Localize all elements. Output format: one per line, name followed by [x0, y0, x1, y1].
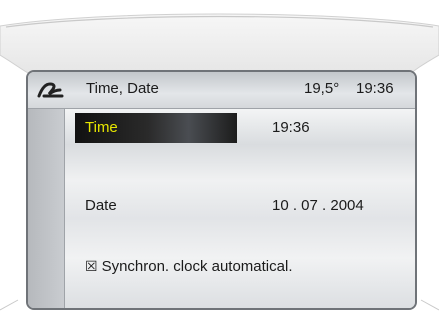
date-value: 10 . 07 . 2004	[272, 197, 364, 214]
left-rail	[28, 109, 65, 308]
sync-clock-option[interactable]: ☒ Synchron. clock automatical.	[85, 258, 292, 275]
time-value: 19:36	[272, 119, 310, 136]
temperature-readout: 19,5°	[304, 80, 340, 97]
header-bar: Time, Date 19,5° 19:36	[28, 72, 415, 109]
sync-label: Synchron. clock automatical.	[101, 258, 293, 275]
header-clock: 19:36	[356, 80, 394, 97]
date-label: Date	[85, 197, 117, 214]
list-item-date[interactable]: Date 10 . 07 . 2004	[65, 187, 415, 227]
checkbox-icon[interactable]: ☒	[85, 259, 98, 275]
settings-list: Time 19:36 Date 10 . 07 . 2004 ☒ Synchron…	[65, 109, 415, 308]
display-screen: Time, Date 19,5° 19:36 Time 19:36 Date 1…	[26, 70, 417, 310]
time-label: Time	[85, 119, 118, 136]
car-logo-icon	[37, 82, 64, 98]
page-title: Time, Date	[86, 80, 159, 97]
list-item-time[interactable]: Time 19:36	[65, 109, 415, 149]
